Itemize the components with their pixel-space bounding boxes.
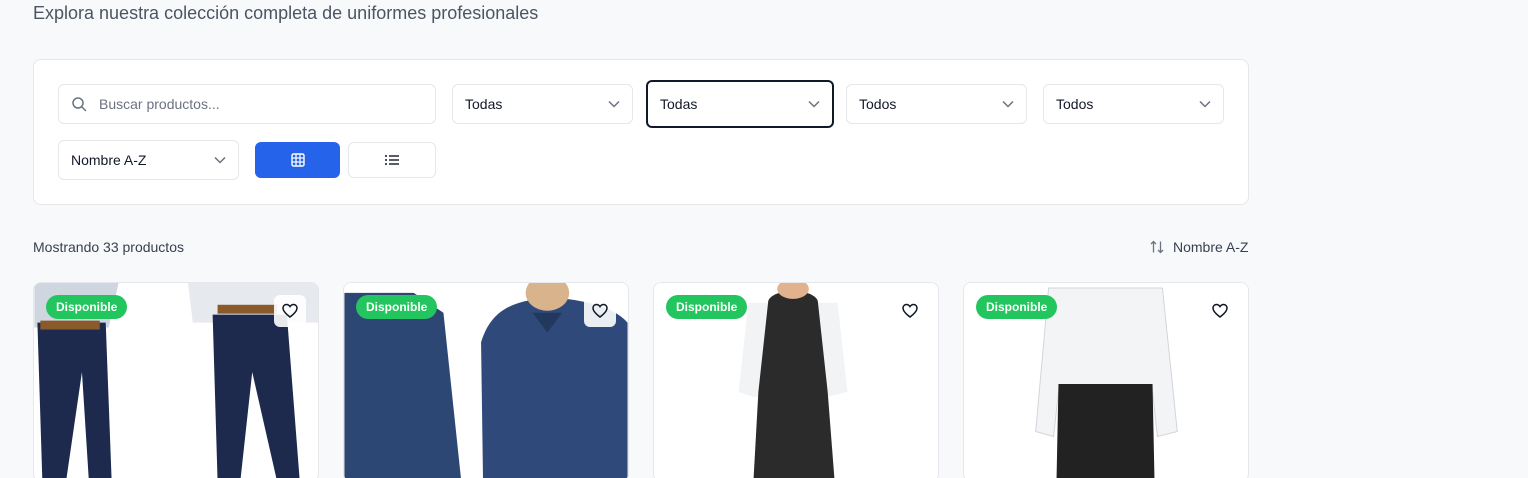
favorite-button[interactable] (1204, 295, 1236, 327)
sort-arrows-icon (1150, 240, 1164, 254)
grid-icon (290, 153, 305, 167)
favorite-button[interactable] (274, 295, 306, 327)
page-subtitle: Explora nuestra colección completa de un… (33, 3, 539, 23)
size-select[interactable]: Todos (846, 84, 1027, 124)
filter-panel: Todas Todas Todos Todos Nombre A-Z (33, 59, 1249, 205)
color-select[interactable]: Todos (1043, 84, 1224, 124)
color-select-value: Todos (1056, 96, 1094, 112)
grid-view-button[interactable] (255, 142, 340, 178)
favorite-button[interactable] (584, 295, 616, 327)
category-select[interactable]: Todas (452, 84, 633, 124)
list-icon (385, 155, 399, 165)
chevron-down-icon (808, 100, 820, 108)
chevron-down-icon (1002, 100, 1014, 108)
subcategory-select[interactable]: Todas (646, 80, 834, 128)
availability-badge: Disponible (46, 295, 128, 319)
heart-icon (1212, 303, 1228, 318)
availability-badge: Disponible (666, 295, 748, 319)
size-select-value: Todos (859, 96, 897, 112)
product-card[interactable]: Disponible (343, 282, 629, 478)
product-card[interactable]: Disponible (653, 282, 939, 478)
sort-label: Nombre A-Z (1173, 239, 1249, 255)
search-icon (72, 97, 87, 112)
heart-icon (592, 303, 608, 318)
subcategory-select-value: Todas (660, 96, 698, 112)
availability-badge: Disponible (976, 295, 1058, 319)
availability-badge: Disponible (356, 295, 438, 319)
product-card[interactable]: Disponible (33, 282, 319, 478)
heart-icon (282, 303, 298, 318)
sort-toggle[interactable]: Nombre A-Z (1149, 239, 1248, 255)
product-card[interactable]: Disponible (963, 282, 1249, 478)
list-view-button[interactable] (348, 142, 436, 178)
search-input[interactable] (99, 96, 419, 112)
sort-select[interactable]: Nombre A-Z (58, 140, 239, 180)
sort-select-value: Nombre A-Z (71, 152, 147, 168)
chevron-down-icon (1199, 100, 1211, 108)
heart-icon (902, 303, 918, 318)
category-select-value: Todas (465, 96, 503, 112)
search-box[interactable] (58, 84, 436, 124)
chevron-down-icon (214, 156, 226, 164)
favorite-button[interactable] (894, 295, 926, 327)
chevron-down-icon (608, 100, 620, 108)
results-count: Mostrando 33 productos (33, 239, 184, 255)
